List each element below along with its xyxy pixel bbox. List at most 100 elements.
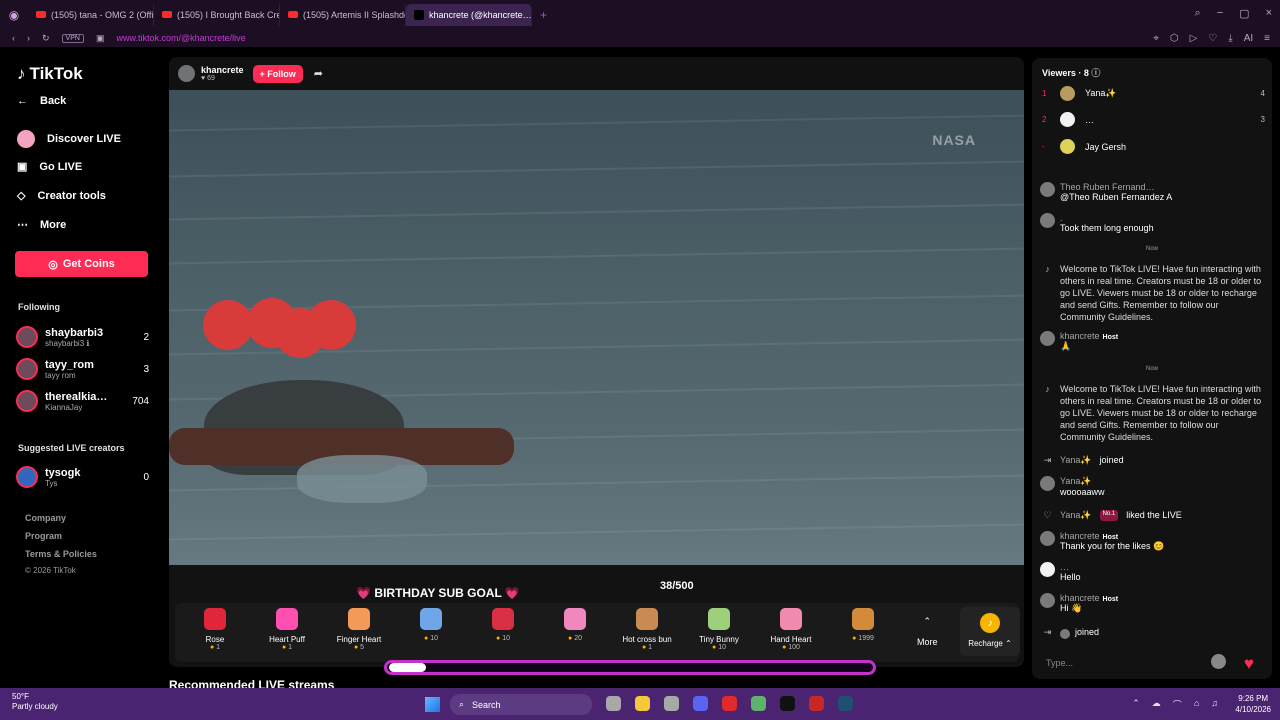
gift-rose[interactable]: Rose ● 1 bbox=[180, 608, 250, 651]
volume-icon[interactable]: ♫ bbox=[1211, 698, 1218, 711]
chat-input[interactable]: Type... bbox=[1046, 658, 1073, 668]
file-explorer-icon[interactable] bbox=[635, 696, 650, 711]
following-item[interactable]: therealkia… KiannaJay 704 bbox=[16, 390, 149, 412]
heart-emoji-icon: 💗 bbox=[504, 586, 520, 600]
search-icon: ⌕ bbox=[459, 699, 465, 709]
search-icon[interactable]: ⌕ bbox=[1195, 7, 1201, 20]
cloud-icon[interactable]: ☁ bbox=[1152, 698, 1161, 711]
camera-icon: ▣ bbox=[17, 161, 28, 173]
more-gifts-button[interactable]: ⌃ More bbox=[917, 616, 938, 647]
tiktok-logo[interactable]: ♪ TikTok bbox=[17, 64, 83, 84]
app-icon[interactable] bbox=[664, 696, 679, 711]
viewer-row[interactable]: 1 Yana✨ 4 bbox=[1042, 86, 1265, 101]
gift-heart-puff[interactable]: Heart Puff ● 1 bbox=[252, 608, 322, 651]
company-link[interactable]: Company bbox=[25, 513, 66, 523]
shield-icon[interactable]: ⬡ bbox=[1170, 33, 1179, 44]
steam-icon[interactable] bbox=[838, 696, 853, 711]
more-link[interactable]: ⋯ More bbox=[17, 218, 66, 232]
discord-icon[interactable] bbox=[693, 696, 708, 711]
chevron-up-icon[interactable]: ⌃ bbox=[1132, 698, 1140, 711]
emoji-icon[interactable] bbox=[1210, 654, 1226, 669]
menu-icon[interactable]: ≡ bbox=[1264, 33, 1270, 44]
tiktok-icon: ♪ bbox=[1045, 384, 1050, 394]
following-item[interactable]: tayy_rom tayy rom 3 bbox=[16, 358, 149, 380]
window-controls: ⌕ − ▢ × bbox=[1195, 7, 1272, 20]
app-icon[interactable] bbox=[780, 696, 795, 711]
coin-icon: ● bbox=[424, 635, 429, 642]
back-icon[interactable]: ‹ bbox=[12, 33, 15, 43]
browser-tab[interactable]: (1505) tana - OMG 2 (Offi… bbox=[28, 3, 154, 26]
viewer-row[interactable]: 2… 3 bbox=[1042, 112, 1265, 127]
microphone-icon[interactable]: ⌒ bbox=[1173, 698, 1182, 711]
go-live-link[interactable]: ▣ Go LIVE bbox=[17, 160, 82, 174]
ai-button[interactable]: AI bbox=[1244, 33, 1253, 44]
play-icon[interactable]: ▷ bbox=[1190, 33, 1198, 44]
gift-item[interactable]: ● 10 bbox=[396, 608, 466, 642]
avatar[interactable] bbox=[1040, 593, 1055, 608]
back-link[interactable]: ← Back bbox=[17, 95, 66, 107]
creator-tools-link[interactable]: ◇ Creator tools bbox=[17, 189, 106, 203]
discover-live-link[interactable]: Discover LIVE bbox=[17, 130, 121, 148]
gift-finger-heart[interactable]: Finger Heart ● 5 bbox=[324, 608, 394, 651]
heart-icon[interactable]: ♡ bbox=[1208, 33, 1217, 44]
viewer-row[interactable]: - Jay Gersh bbox=[1042, 139, 1265, 154]
avatar[interactable] bbox=[1040, 213, 1055, 228]
info-icon[interactable]: ⓘ bbox=[1091, 68, 1100, 78]
gift-item[interactable]: ● 10 bbox=[468, 608, 538, 642]
avatar[interactable] bbox=[1040, 562, 1055, 577]
download-icon[interactable]: ⤓ bbox=[1228, 33, 1232, 44]
video-player[interactable]: NASA bbox=[169, 90, 1024, 565]
avatar[interactable] bbox=[1040, 476, 1055, 491]
terms-link[interactable]: Terms & Policies bbox=[25, 549, 97, 559]
recharge-button[interactable]: ♪ Recharge ⌃ bbox=[960, 607, 1020, 656]
opera-gx-icon[interactable] bbox=[809, 696, 824, 711]
gift-item[interactable]: ● 20 bbox=[540, 608, 610, 642]
task-view-icon[interactable] bbox=[606, 696, 621, 711]
following-item[interactable]: shaybarbi3 shaybarbi3 ℹ2 bbox=[16, 326, 149, 348]
network-icon[interactable]: ⌂ bbox=[1194, 698, 1199, 711]
following-heading: Following bbox=[18, 302, 60, 312]
hot-cross-bun-icon bbox=[636, 608, 658, 630]
url-text[interactable]: www.tiktok.com/@khancrete/live bbox=[116, 33, 245, 43]
weather-widget[interactable]: 50°F Partly cloudy bbox=[12, 692, 58, 713]
windows-start-icon[interactable] bbox=[425, 697, 440, 712]
gift-hand-heart[interactable]: Hand Heart ● 100 bbox=[756, 608, 826, 651]
avatar[interactable] bbox=[1040, 182, 1055, 197]
maximize-icon[interactable]: ▢ bbox=[1239, 7, 1249, 20]
program-link[interactable]: Program bbox=[25, 531, 62, 541]
gift-hot-cross-bun[interactable]: Hot cross bun ● 1 bbox=[612, 608, 682, 651]
minimize-icon[interactable]: − bbox=[1217, 7, 1223, 20]
join-event: ⇥ Yana✨ joined bbox=[1040, 455, 1265, 466]
share-icon[interactable]: ➦ bbox=[314, 67, 323, 80]
app-icon[interactable] bbox=[751, 696, 766, 711]
likes-count: ♥ 69 bbox=[201, 75, 215, 82]
avatar[interactable] bbox=[1040, 331, 1055, 346]
browser-tab[interactable]: (1505) Artemis II Splashdo… bbox=[280, 3, 406, 26]
host-avatar[interactable] bbox=[178, 65, 195, 82]
gift-item[interactable]: ● 1999 bbox=[828, 608, 898, 642]
heart-icon[interactable]: ♥ bbox=[1244, 654, 1254, 674]
get-coins-button[interactable]: ◎ Get Coins bbox=[15, 251, 148, 277]
forward-icon[interactable]: › bbox=[27, 33, 30, 43]
host-name[interactable]: khancrete bbox=[201, 65, 244, 75]
taskbar-clock[interactable]: 9:26 PM 4/10/2026 bbox=[1235, 693, 1271, 715]
gift-tiny-bunny[interactable]: Tiny Bunny ● 10 bbox=[684, 608, 754, 651]
browser-tab-active[interactable]: khancrete (@khancrete… bbox=[406, 3, 532, 26]
gift-bar: Rose ● 1 Heart Puff ● 1 Finger Heart ● 5 ● … bbox=[175, 603, 1020, 662]
browser-tab[interactable]: (1505) I Brought Back Cre… bbox=[154, 3, 280, 26]
taskbar-search[interactable]: ⌕ Search bbox=[450, 694, 592, 715]
opera-gx-icon[interactable]: ◉ bbox=[0, 0, 28, 29]
reload-icon[interactable]: ↻ bbox=[42, 33, 50, 44]
timestamp: Now bbox=[1145, 366, 1158, 372]
avatar[interactable] bbox=[1040, 531, 1055, 546]
new-tab-button[interactable]: + bbox=[532, 8, 547, 22]
back-arrow-icon: ← bbox=[17, 95, 28, 107]
suggested-item[interactable]: tysogk Tys 0 bbox=[16, 466, 149, 488]
vpn-button[interactable]: VPN bbox=[61, 33, 84, 43]
discover-live-icon bbox=[17, 130, 35, 148]
youtube-icon[interactable] bbox=[722, 696, 737, 711]
avatar[interactable] bbox=[1060, 629, 1070, 639]
follow-button[interactable]: + Follow bbox=[252, 64, 303, 83]
close-icon[interactable]: × bbox=[1266, 7, 1272, 20]
pin-icon[interactable]: ⌖ bbox=[1153, 33, 1159, 44]
